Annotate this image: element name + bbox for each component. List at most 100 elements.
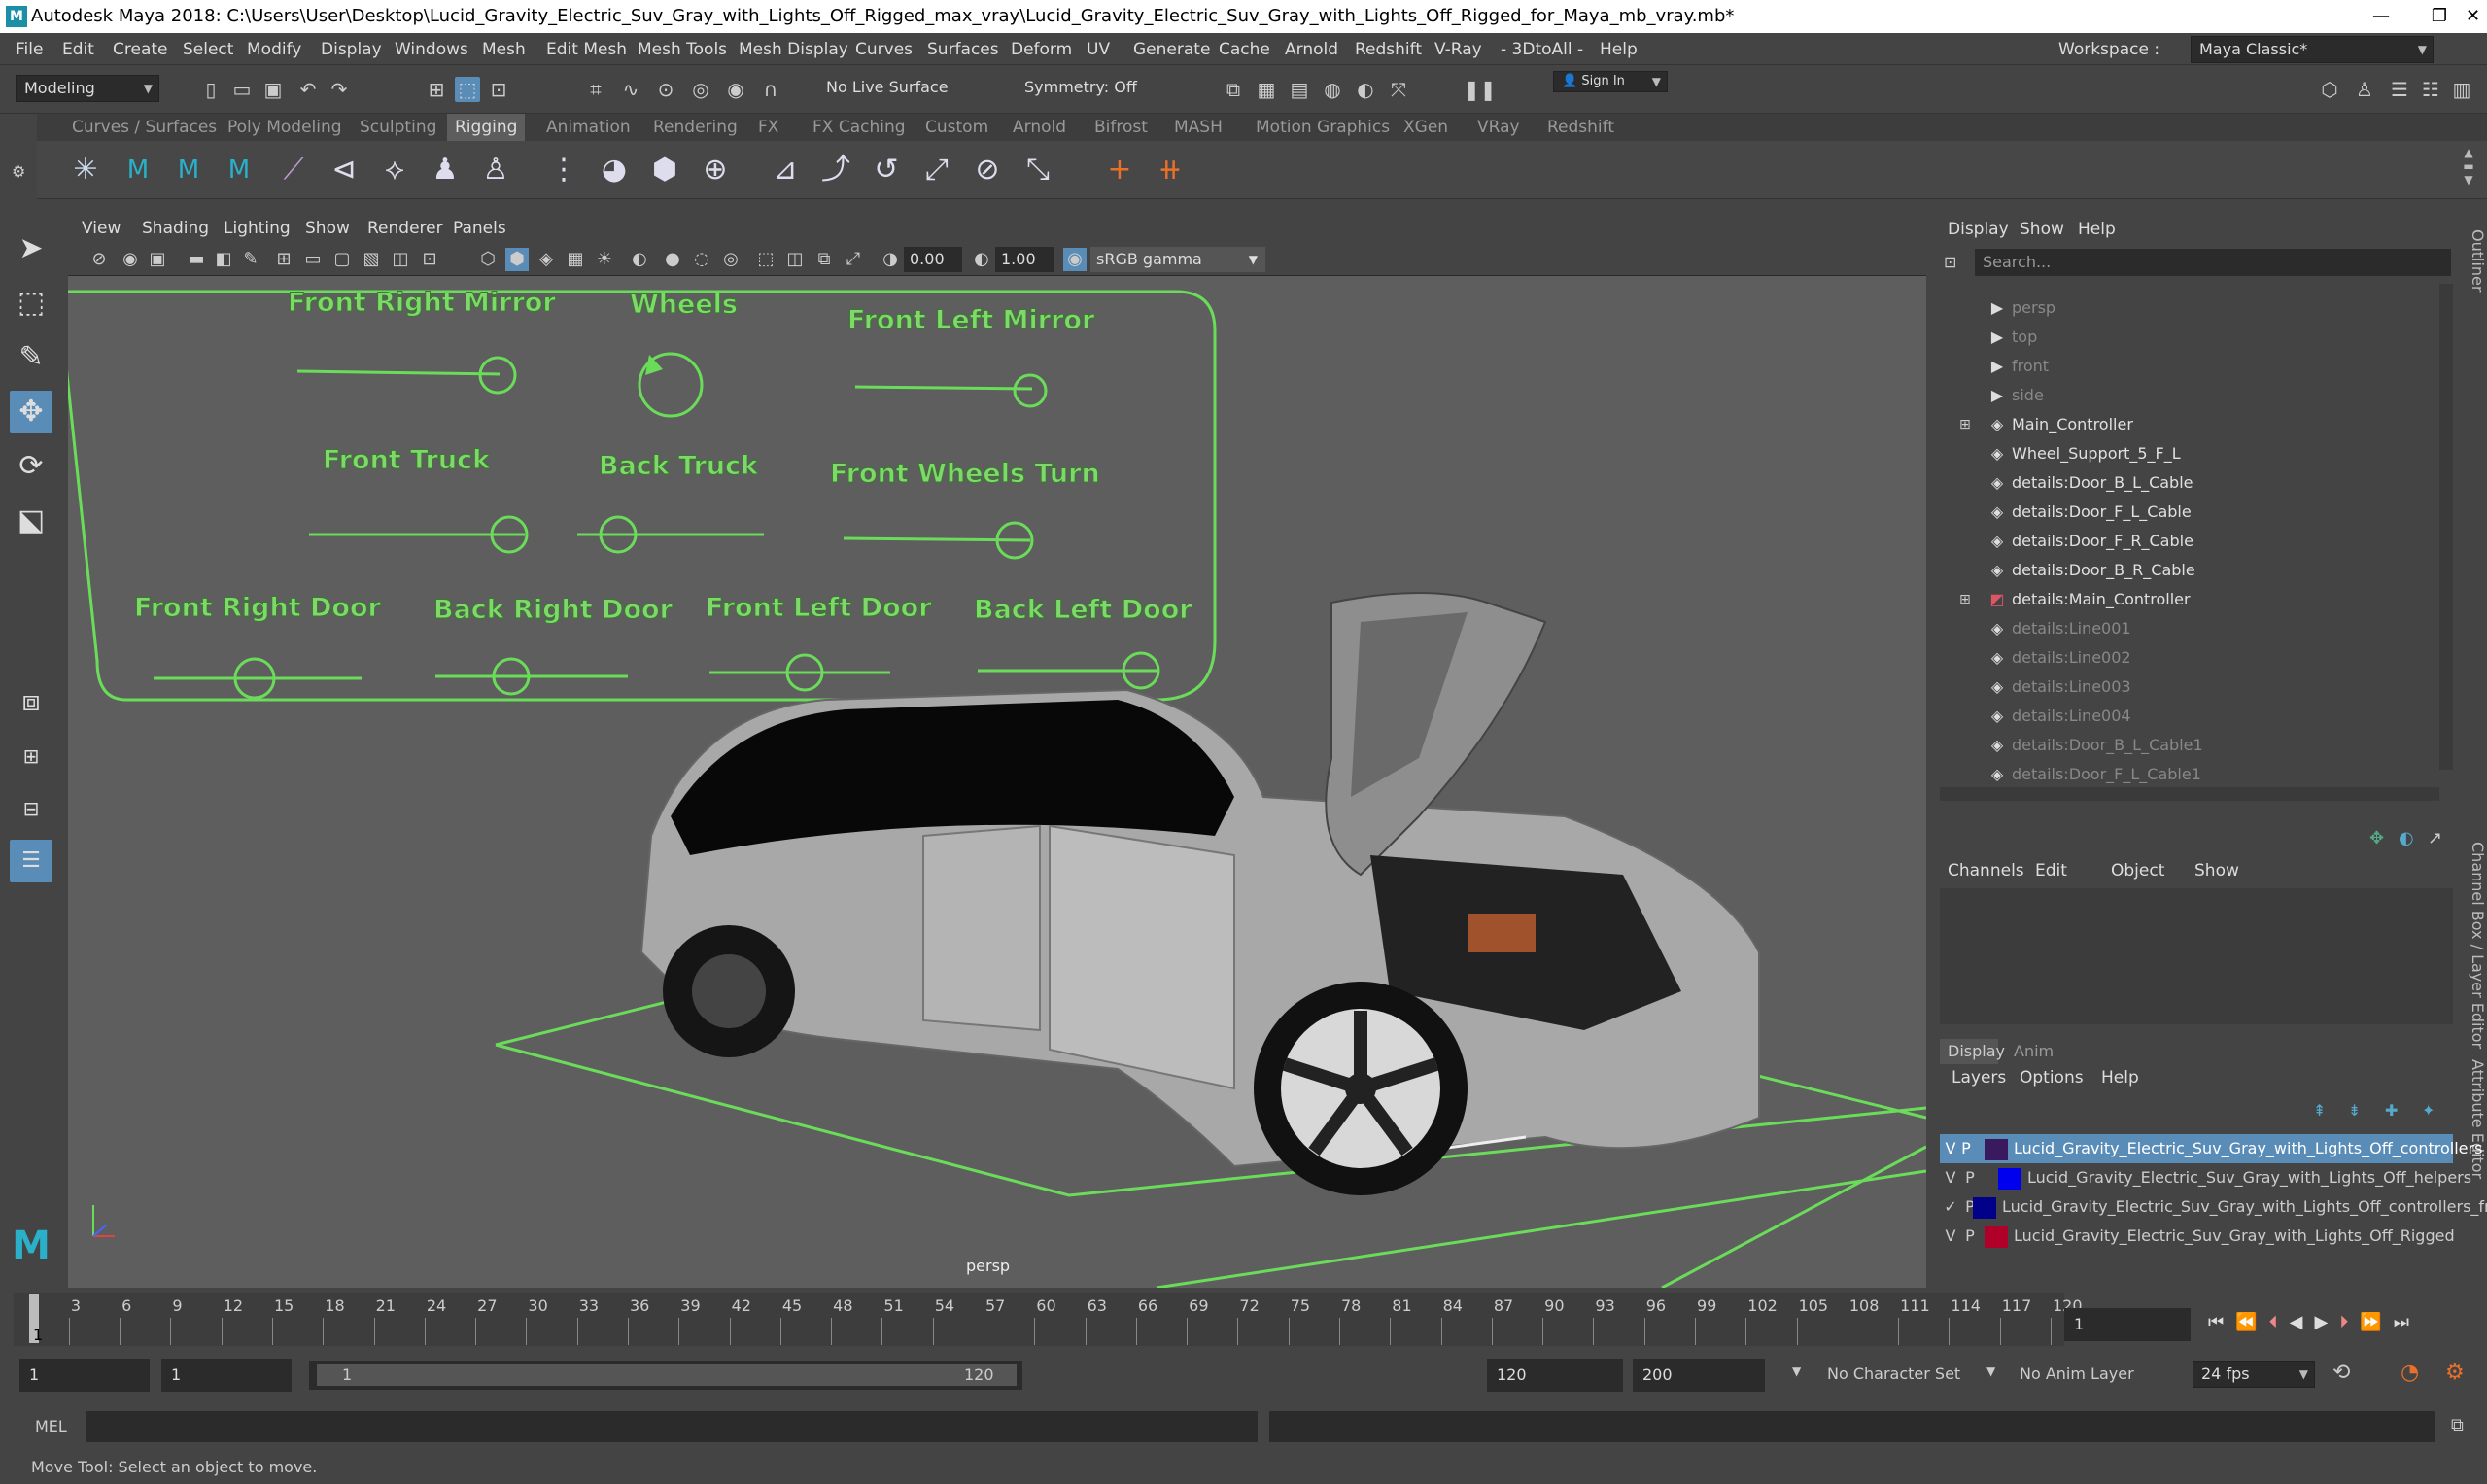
bind-skin-icon[interactable]: ⟡ (375, 151, 414, 190)
bookmarks-icon[interactable]: ▣ (146, 248, 169, 271)
cluster-icon[interactable]: ⋮ (544, 151, 583, 190)
paint-select-tool-icon[interactable]: ✎ (10, 336, 52, 379)
sign-in-dropdown[interactable]: 👤 Sign In ▼ (1553, 71, 1668, 92)
outliner-item[interactable]: ◈ details:Door_F_L_Cable1 (1959, 761, 2201, 788)
save-scene-icon[interactable]: ▣ (260, 77, 286, 102)
character-set-dropdown[interactable]: No Character Set (1827, 1364, 1960, 1383)
outliner-item[interactable]: ▶ side (1959, 382, 2044, 409)
grid-toggle-icon[interactable]: ⊞ (272, 248, 295, 271)
character-icon[interactable]: ♙ (476, 151, 515, 190)
rotate-tool-icon[interactable]: ⟳ (10, 445, 52, 488)
channel-box-icon[interactable]: ▥ (2449, 77, 2474, 102)
layer-playback-toggle[interactable]: P (1957, 1134, 1975, 1163)
shelf-tab-bifrost[interactable]: Bifrost (1094, 118, 1148, 137)
gate-mask-icon[interactable]: ▧ (360, 248, 383, 271)
blend-shape-icon[interactable]: ⊕ (696, 151, 735, 190)
menu-select[interactable]: Select (183, 40, 233, 59)
open-scene-icon[interactable]: ▭ (229, 77, 255, 102)
layer-row[interactable]: V P Lucid_Gravity_Electric_Suv_Gray_with_L… (1940, 1163, 2471, 1192)
outliner-hscrollbar[interactable] (1940, 787, 2439, 801)
layer-row[interactable]: ✓ P Lucid_Gravity_Electric_Suv_Gray_with_L… (1940, 1192, 2487, 1222)
outliner-search-input[interactable]: Search... (1975, 249, 2451, 276)
layer-row[interactable]: V P Lucid_Gravity_Electric_Suv_Gray_with_L… (1940, 1222, 2455, 1251)
ipr-render-icon[interactable]: ▤ (1287, 77, 1312, 102)
anti-aliasing-icon[interactable]: ◎ (719, 248, 743, 271)
layers-options-menu[interactable]: Options (2020, 1068, 2084, 1087)
menu-generate[interactable]: Generate (1133, 40, 1210, 59)
human-ik-icon[interactable]: ♙ (2352, 77, 2377, 102)
menu-display[interactable]: Display (321, 40, 382, 59)
vp-menu-renderer[interactable]: Renderer (367, 219, 443, 238)
new-layer-selected-icon[interactable]: ✦ (2422, 1101, 2435, 1120)
grease-pencil-icon[interactable]: ✎ (239, 248, 262, 271)
menu-windows[interactable]: Windows (395, 40, 468, 59)
skeleton-icon[interactable]: M (220, 151, 259, 190)
vp-menu-panels[interactable]: Panels (453, 219, 506, 238)
isolate-select-icon[interactable]: ⬚ (754, 248, 777, 271)
layer-move-up-icon[interactable]: ⇞ (2313, 1101, 2326, 1120)
image-plane-icon[interactable]: ▬ (185, 248, 208, 271)
layers-help-menu[interactable]: Help (2101, 1068, 2139, 1087)
playback-start-field[interactable]: 1 (161, 1359, 292, 1392)
fps-dropdown[interactable]: 24 fps ▼ (2193, 1361, 2315, 1388)
open-door-front[interactable] (1049, 824, 1235, 1090)
paint-weights-icon[interactable]: ♟ (426, 151, 465, 190)
shelf-tab-animation[interactable]: Animation (546, 118, 631, 137)
snap-view-plane-icon[interactable]: ◎ (688, 77, 713, 102)
range-handle[interactable] (317, 1364, 1017, 1386)
smooth-shade-icon[interactable]: ⬢ (505, 248, 529, 271)
layer-playback-toggle[interactable]: P (1961, 1222, 1979, 1251)
resolution-gate-icon[interactable]: ▢ (330, 248, 354, 271)
vp-menu-lighting[interactable]: Lighting (224, 219, 291, 238)
wireframe-icon[interactable]: ⬡ (476, 248, 500, 271)
menu-help[interactable]: Help (1600, 40, 1638, 59)
search-filter-icon[interactable]: ⊡ (1944, 253, 1956, 271)
script-editor-icon[interactable]: ⧉ (2451, 1415, 2464, 1435)
expand-icon[interactable]: ⊞ (1959, 586, 1971, 613)
shelf-scroll[interactable]: ▲ ▬ ▼ (2457, 146, 2480, 194)
menu-uv[interactable]: UV (1087, 40, 1110, 59)
channel-icon-3[interactable]: ↗ (2428, 828, 2442, 848)
motion-blur-icon[interactable]: ◌ (690, 248, 713, 271)
shelf-tab-motion-graphics[interactable]: Motion Graphics (1256, 118, 1390, 137)
layout-outliner-icon[interactable]: ☰ (10, 840, 52, 882)
shelf-options[interactable]: ⚙ (0, 114, 37, 199)
symmetry-dropdown[interactable]: Symmetry: Off (1017, 75, 1182, 102)
locator-icon[interactable]: + (1100, 151, 1139, 190)
play-forward-icon[interactable]: ▶ (2314, 1312, 2339, 1332)
menu-mesh-display[interactable]: Mesh Display (739, 40, 848, 59)
point-constraint-icon[interactable]: ⤴ (816, 151, 855, 190)
time-slider[interactable]: 1 3 6 9 12 15 18 21 24 27 30 33 36 39 42 45 48 51 54 57 60 6… (0, 1293, 2487, 1346)
mel-input[interactable] (86, 1411, 1258, 1442)
modeling-toolkit-icon[interactable]: ⬡ (2317, 77, 2342, 102)
select-hierarchy-icon[interactable]: ⊞ (424, 77, 449, 102)
outliner-menu-show[interactable]: Show (2020, 220, 2064, 239)
menu-set-dropdown[interactable]: Modeling ▼ (16, 75, 159, 102)
menu-create[interactable]: Create (113, 40, 168, 59)
menu-curves[interactable]: Curves (855, 40, 913, 59)
vp-menu-shading[interactable]: Shading (142, 219, 209, 238)
viewport-scene[interactable]: Front Right Mirror Wheels Front Left Mir… (68, 214, 1926, 1288)
channels-object-menu[interactable]: Object (2111, 861, 2164, 880)
menu-cache[interactable]: Cache (1219, 40, 1270, 59)
film-gate-icon[interactable]: ▭ (301, 248, 325, 271)
safe-action-icon[interactable]: ⊡ (418, 248, 441, 271)
step-forward-key-icon[interactable]: ⏩ (2360, 1312, 2393, 1332)
menu-edit-mesh[interactable]: Edit Mesh (546, 40, 627, 59)
orient-constraint-icon[interactable]: ↺ (867, 151, 906, 190)
shadows-icon[interactable]: ◐ (628, 248, 651, 271)
go-to-start-icon[interactable]: ⏮ (2208, 1312, 2235, 1332)
layer-visibility-toggle[interactable]: V (1942, 1163, 1959, 1192)
ik-handle-icon[interactable]: ⟋ (274, 151, 313, 190)
outliner-menu-display[interactable]: Display (1948, 220, 2009, 239)
render-settings-icon[interactable]: ◍ (1320, 77, 1345, 102)
menu-vray[interactable]: V-Ray (1434, 40, 1482, 59)
select-object-icon[interactable]: ⬚ (455, 77, 480, 102)
quick-rig-icon[interactable]: M (119, 151, 157, 190)
step-back-key-icon[interactable]: ⏪ (2235, 1312, 2268, 1332)
outliner-side-tab[interactable]: Outliner (2465, 229, 2487, 292)
select-tool-icon[interactable]: ➤ (10, 227, 52, 270)
channel-icon-1[interactable]: ✥ (2369, 828, 2384, 848)
go-to-end-icon[interactable]: ⏭ (2394, 1312, 2421, 1332)
shelf-tab-sculpting[interactable]: Sculpting (360, 118, 436, 137)
